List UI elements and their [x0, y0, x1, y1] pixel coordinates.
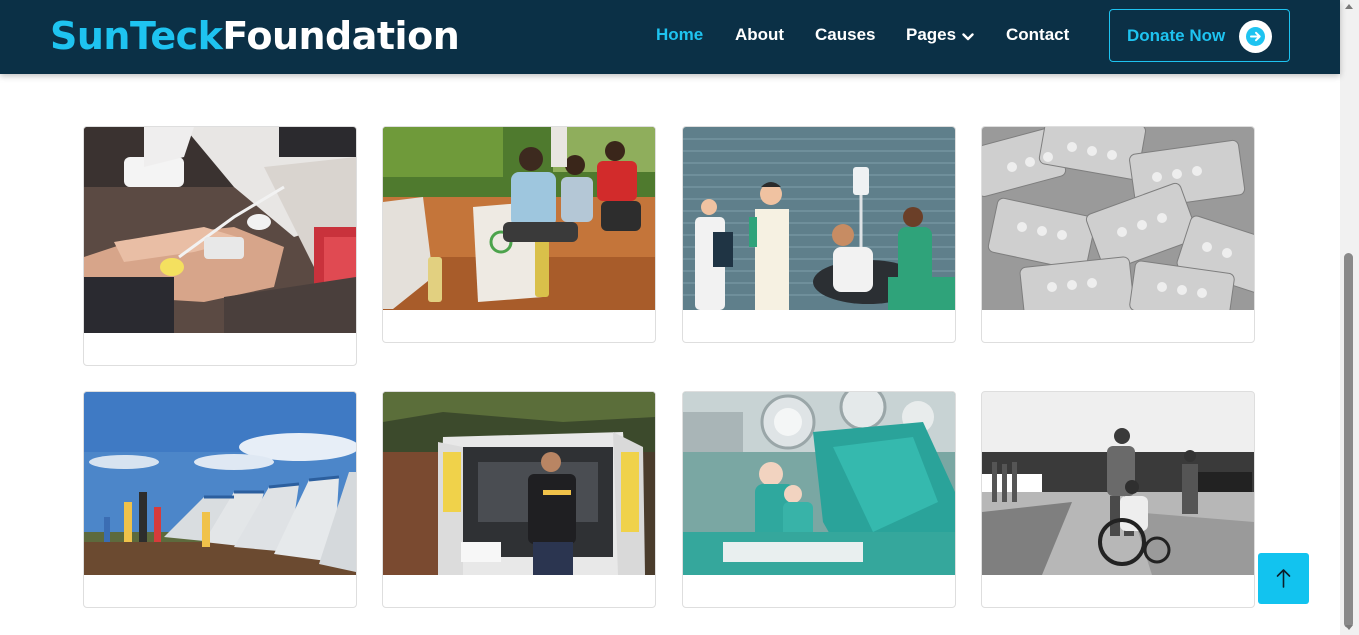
gallery-card-wheelchair[interactable] — [981, 391, 1255, 608]
food-aid-image — [383, 127, 655, 310]
arrow-right-icon — [1239, 20, 1272, 53]
site-logo[interactable]: SunTeckFoundation — [50, 14, 460, 58]
nav-pages-label: Pages — [906, 25, 957, 44]
logo-part-foundation: Foundation — [222, 14, 460, 58]
site-header: SunTeckFoundation Home About Causes Page… — [0, 0, 1340, 74]
scroll-up-arrow-icon[interactable] — [1345, 4, 1353, 9]
nav-about[interactable]: About — [735, 24, 784, 46]
chevron-down-icon — [962, 25, 974, 47]
surgery-image — [683, 392, 955, 575]
scroll-down-arrow-icon[interactable] — [1345, 625, 1353, 630]
relief-tents-image — [84, 392, 356, 575]
nav-pages[interactable]: Pages — [906, 24, 974, 46]
back-to-top-button[interactable] — [1258, 553, 1309, 604]
donate-now-button[interactable]: Donate Now — [1109, 9, 1290, 62]
nav-home[interactable]: Home — [656, 24, 703, 46]
page: SunTeckFoundation Home About Causes Page… — [0, 0, 1359, 635]
nav-causes[interactable]: Causes — [815, 24, 875, 46]
ambulance-image — [383, 392, 655, 575]
logo-part-sunteck: SunTeck — [50, 14, 223, 58]
wheelchair-image — [982, 392, 1254, 575]
medical-staff-image — [683, 127, 955, 310]
scrollbar-thumb[interactable] — [1344, 253, 1353, 628]
gallery-card-ambulance[interactable] — [382, 391, 656, 608]
gallery-card-food-aid[interactable] — [382, 126, 656, 343]
donate-now-label: Donate Now — [1127, 26, 1226, 45]
medicine-image — [982, 127, 1254, 310]
gallery-card-surgery[interactable] — [682, 391, 956, 608]
gallery-card-medical-staff[interactable] — [682, 126, 956, 343]
gallery-card-blood-donation[interactable] — [83, 126, 357, 366]
gallery-card-relief-tents[interactable] — [83, 391, 357, 608]
nav-contact[interactable]: Contact — [1006, 24, 1069, 46]
blood-donation-image — [84, 127, 356, 333]
gallery-card-medicine[interactable] — [981, 126, 1255, 343]
